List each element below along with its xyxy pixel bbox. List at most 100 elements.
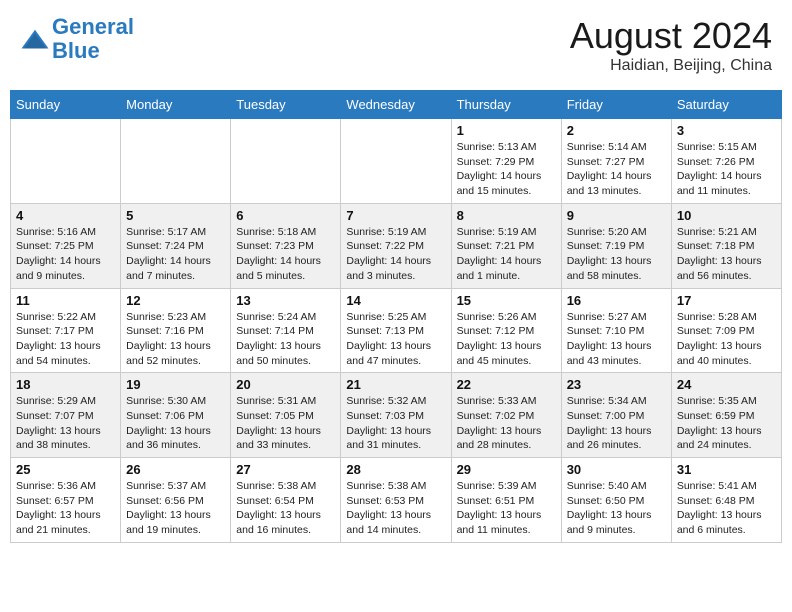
day-number: 20 — [236, 377, 335, 392]
day-info: Sunrise: 5:17 AMSunset: 7:24 PMDaylight:… — [126, 225, 225, 284]
day-info: Sunrise: 5:19 AMSunset: 7:21 PMDaylight:… — [457, 225, 556, 284]
weekday-header-sunday: Sunday — [11, 91, 121, 119]
day-info: Sunrise: 5:18 AMSunset: 7:23 PMDaylight:… — [236, 225, 335, 284]
day-number: 16 — [567, 293, 666, 308]
weekday-header-monday: Monday — [121, 91, 231, 119]
calendar-week-row: 4 Sunrise: 5:16 AMSunset: 7:25 PMDaylight… — [11, 203, 782, 288]
day-number: 11 — [16, 293, 115, 308]
calendar-day-cell: 26 Sunrise: 5:37 AMSunset: 6:56 PMDayligh… — [121, 458, 231, 543]
calendar-day-cell: 16 Sunrise: 5:27 AMSunset: 7:10 PMDayligh… — [561, 288, 671, 373]
day-info: Sunrise: 5:22 AMSunset: 7:17 PMDaylight:… — [16, 310, 115, 369]
logo-line2: Blue — [52, 38, 100, 63]
weekday-header-thursday: Thursday — [451, 91, 561, 119]
location: Haidian, Beijing, China — [570, 57, 772, 75]
day-info: Sunrise: 5:24 AMSunset: 7:14 PMDaylight:… — [236, 310, 335, 369]
calendar-week-row: 25 Sunrise: 5:36 AMSunset: 6:57 PMDayligh… — [11, 458, 782, 543]
calendar-day-cell: 15 Sunrise: 5:26 AMSunset: 7:12 PMDayligh… — [451, 288, 561, 373]
day-number: 29 — [457, 462, 556, 477]
day-number: 17 — [677, 293, 776, 308]
weekday-header-row: SundayMondayTuesdayWednesdayThursdayFrid… — [11, 91, 782, 119]
day-info: Sunrise: 5:28 AMSunset: 7:09 PMDaylight:… — [677, 310, 776, 369]
day-number: 1 — [457, 123, 556, 138]
day-number: 5 — [126, 208, 225, 223]
calendar-day-cell: 30 Sunrise: 5:40 AMSunset: 6:50 PMDayligh… — [561, 458, 671, 543]
day-number: 27 — [236, 462, 335, 477]
day-info: Sunrise: 5:36 AMSunset: 6:57 PMDaylight:… — [16, 479, 115, 538]
month-year: August 2024 — [570, 15, 772, 57]
day-info: Sunrise: 5:30 AMSunset: 7:06 PMDaylight:… — [126, 394, 225, 453]
title-block: August 2024 Haidian, Beijing, China — [570, 15, 772, 75]
page-header: General Blue August 2024 Haidian, Beijin… — [10, 10, 782, 80]
calendar-day-cell: 29 Sunrise: 5:39 AMSunset: 6:51 PMDayligh… — [451, 458, 561, 543]
day-info: Sunrise: 5:31 AMSunset: 7:05 PMDaylight:… — [236, 394, 335, 453]
day-number: 30 — [567, 462, 666, 477]
calendar-day-cell: 5 Sunrise: 5:17 AMSunset: 7:24 PMDaylight… — [121, 203, 231, 288]
logo-text: General Blue — [52, 15, 134, 63]
day-number: 24 — [677, 377, 776, 392]
day-number: 6 — [236, 208, 335, 223]
calendar-day-cell: 22Sunrise: 5:33 AMSunset: 7:02 PMDayligh… — [451, 373, 561, 458]
weekday-header-tuesday: Tuesday — [231, 91, 341, 119]
calendar-week-row: 11 Sunrise: 5:22 AMSunset: 7:17 PMDayligh… — [11, 288, 782, 373]
calendar-day-cell: 31Sunrise: 5:41 AMSunset: 6:48 PMDayligh… — [671, 458, 781, 543]
calendar-day-cell: 11 Sunrise: 5:22 AMSunset: 7:17 PMDayligh… — [11, 288, 121, 373]
day-info: Sunrise: 5:16 AMSunset: 7:25 PMDaylight:… — [16, 225, 115, 284]
day-number: 2 — [567, 123, 666, 138]
calendar-day-cell: 6 Sunrise: 5:18 AMSunset: 7:23 PMDaylight… — [231, 203, 341, 288]
logo-icon — [20, 26, 50, 56]
calendar-day-cell: 7 Sunrise: 5:19 AMSunset: 7:22 PMDaylight… — [341, 203, 451, 288]
empty-cell — [11, 119, 121, 204]
calendar-day-cell: 28Sunrise: 5:38 AMSunset: 6:53 PMDayligh… — [341, 458, 451, 543]
calendar-day-cell: 13 Sunrise: 5:24 AMSunset: 7:14 PMDayligh… — [231, 288, 341, 373]
logo: General Blue — [20, 15, 134, 63]
day-number: 19 — [126, 377, 225, 392]
day-info: Sunrise: 5:20 AMSunset: 7:19 PMDaylight:… — [567, 225, 666, 284]
day-number: 26 — [126, 462, 225, 477]
empty-cell — [341, 119, 451, 204]
calendar-day-cell: 24Sunrise: 5:35 AMSunset: 6:59 PMDayligh… — [671, 373, 781, 458]
day-info: Sunrise: 5:29 AMSunset: 7:07 PMDaylight:… — [16, 394, 115, 453]
weekday-header-saturday: Saturday — [671, 91, 781, 119]
calendar-day-cell: 23Sunrise: 5:34 AMSunset: 7:00 PMDayligh… — [561, 373, 671, 458]
day-info: Sunrise: 5:14 AMSunset: 7:27 PMDaylight:… — [567, 140, 666, 199]
day-info: Sunrise: 5:21 AMSunset: 7:18 PMDaylight:… — [677, 225, 776, 284]
day-number: 13 — [236, 293, 335, 308]
day-info: Sunrise: 5:33 AMSunset: 7:02 PMDaylight:… — [457, 394, 556, 453]
calendar-day-cell: 12Sunrise: 5:23 AMSunset: 7:16 PMDayligh… — [121, 288, 231, 373]
calendar-week-row: 18 Sunrise: 5:29 AMSunset: 7:07 PMDayligh… — [11, 373, 782, 458]
calendar-table: SundayMondayTuesdayWednesdayThursdayFrid… — [10, 90, 782, 543]
day-info: Sunrise: 5:37 AMSunset: 6:56 PMDaylight:… — [126, 479, 225, 538]
weekday-header-friday: Friday — [561, 91, 671, 119]
day-info: Sunrise: 5:38 AMSunset: 6:53 PMDaylight:… — [346, 479, 445, 538]
day-number: 8 — [457, 208, 556, 223]
calendar-day-cell: 8 Sunrise: 5:19 AMSunset: 7:21 PMDaylight… — [451, 203, 561, 288]
day-info: Sunrise: 5:13 AMSunset: 7:29 PMDaylight:… — [457, 140, 556, 199]
day-number: 10 — [677, 208, 776, 223]
day-info: Sunrise: 5:19 AMSunset: 7:22 PMDaylight:… — [346, 225, 445, 284]
day-number: 4 — [16, 208, 115, 223]
calendar-day-cell: 17 Sunrise: 5:28 AMSunset: 7:09 PMDayligh… — [671, 288, 781, 373]
day-number: 9 — [567, 208, 666, 223]
day-number: 25 — [16, 462, 115, 477]
day-info: Sunrise: 5:26 AMSunset: 7:12 PMDaylight:… — [457, 310, 556, 369]
calendar-day-cell: 10 Sunrise: 5:21 AMSunset: 7:18 PMDayligh… — [671, 203, 781, 288]
calendar-day-cell: 14 Sunrise: 5:25 AMSunset: 7:13 PMDayligh… — [341, 288, 451, 373]
weekday-header-wednesday: Wednesday — [341, 91, 451, 119]
calendar-day-cell: 2 Sunrise: 5:14 AMSunset: 7:27 PMDaylight… — [561, 119, 671, 204]
calendar-day-cell: 19 Sunrise: 5:30 AMSunset: 7:06 PMDayligh… — [121, 373, 231, 458]
day-info: Sunrise: 5:25 AMSunset: 7:13 PMDaylight:… — [346, 310, 445, 369]
calendar-day-cell: 21Sunrise: 5:32 AMSunset: 7:03 PMDayligh… — [341, 373, 451, 458]
empty-cell — [121, 119, 231, 204]
day-number: 14 — [346, 293, 445, 308]
calendar-week-row: 1 Sunrise: 5:13 AMSunset: 7:29 PMDaylight… — [11, 119, 782, 204]
day-number: 31 — [677, 462, 776, 477]
day-info: Sunrise: 5:27 AMSunset: 7:10 PMDaylight:… — [567, 310, 666, 369]
calendar-day-cell: 9 Sunrise: 5:20 AMSunset: 7:19 PMDaylight… — [561, 203, 671, 288]
day-info: Sunrise: 5:40 AMSunset: 6:50 PMDaylight:… — [567, 479, 666, 538]
calendar-day-cell: 3Sunrise: 5:15 AMSunset: 7:26 PMDaylight… — [671, 119, 781, 204]
day-info: Sunrise: 5:39 AMSunset: 6:51 PMDaylight:… — [457, 479, 556, 538]
day-number: 21 — [346, 377, 445, 392]
day-number: 15 — [457, 293, 556, 308]
day-number: 7 — [346, 208, 445, 223]
day-number: 18 — [16, 377, 115, 392]
